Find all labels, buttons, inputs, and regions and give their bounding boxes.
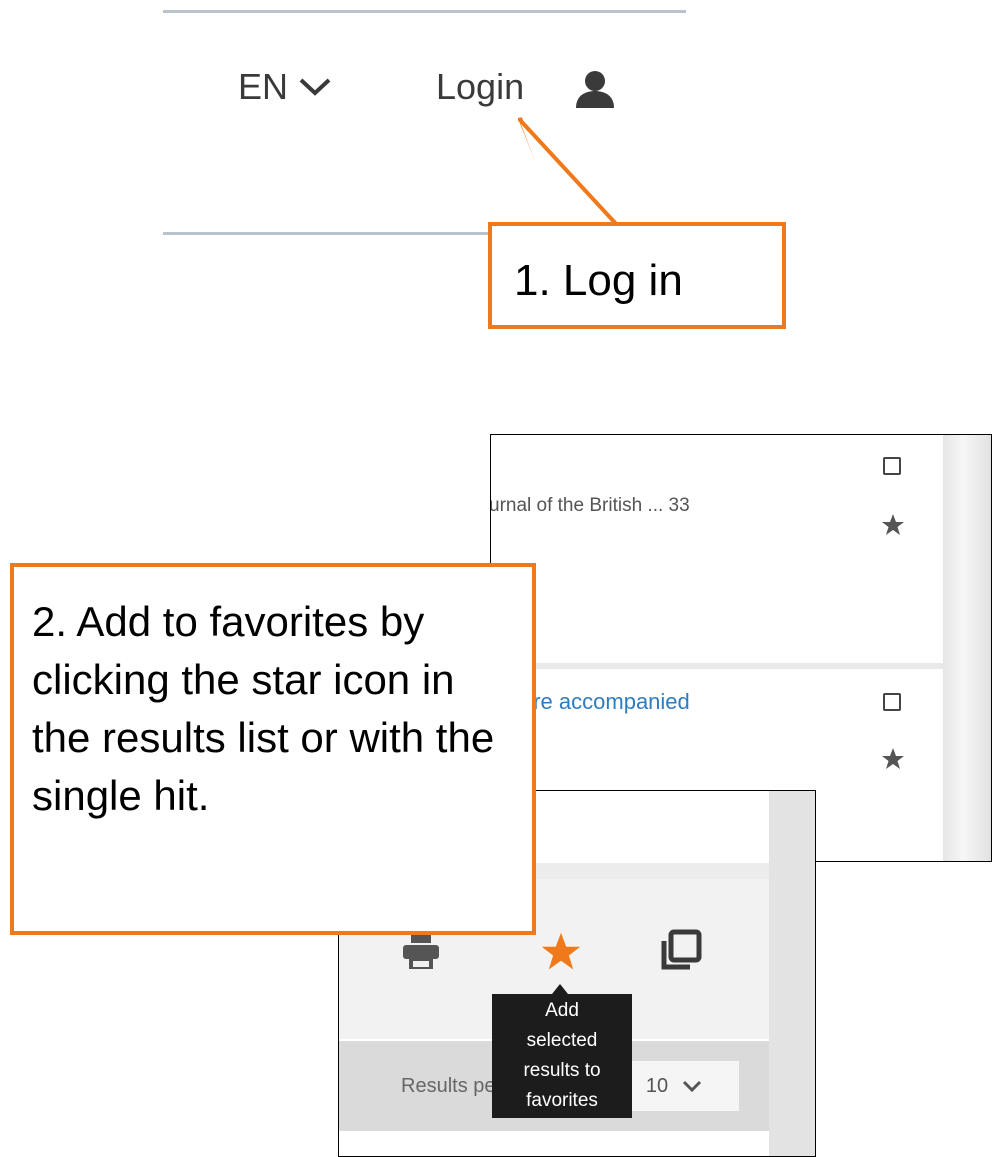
tooltip-arrow [552,984,568,994]
favorites-tooltip: Add selected results to favorites [492,994,632,1118]
per-page-value: 10 [645,1074,669,1097]
tooltip-line: Add [545,1000,579,1021]
copy-icon[interactable] [659,929,703,971]
tooltip-line: favorites [526,1090,598,1111]
callout-step1: 1. Log in [488,222,786,329]
tooltip-line: selected [526,1030,598,1051]
select-checkbox[interactable] [883,457,901,475]
callout-step2: 2. Add to favorites by clicking the star… [10,563,536,935]
list-item: urnal of the British ... 33 [491,435,943,665]
star-icon[interactable] [539,931,583,973]
select-checkbox[interactable] [883,693,901,711]
item2-link[interactable]: ere accompanied [521,689,690,715]
print-icon[interactable] [401,935,441,969]
callout-step2-text: 2. Add to favorites by clicking the star… [32,598,495,819]
star-icon[interactable] [881,747,905,771]
item1-text: urnal of the British ... 33 [490,495,690,516]
callout-step1-text: 1. Log in [514,256,683,305]
star-icon[interactable] [881,513,905,537]
tooltip-line: results to [523,1060,601,1081]
panel-right-gutter [769,791,815,1156]
chevron-down-icon [683,1080,702,1093]
sidebar-gradient [943,435,991,861]
